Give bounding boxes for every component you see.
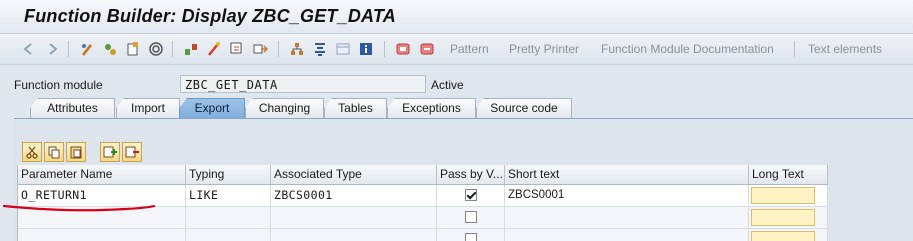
back-arrow-icon[interactable] bbox=[20, 40, 38, 58]
enhancement-icon[interactable] bbox=[334, 40, 352, 58]
column-header-long-text[interactable]: Long Text bbox=[749, 165, 828, 184]
tab-changing[interactable]: Changing bbox=[245, 98, 324, 118]
activate-icon[interactable] bbox=[182, 40, 200, 58]
tab-exceptions[interactable]: Exceptions bbox=[387, 98, 476, 118]
long-text-button[interactable] bbox=[751, 231, 815, 241]
insert-row-icon[interactable] bbox=[100, 142, 120, 162]
associated-type-cell[interactable] bbox=[271, 229, 437, 241]
other-object-icon[interactable] bbox=[101, 40, 119, 58]
pass-by-value-checkbox[interactable] bbox=[465, 211, 477, 223]
long-text-cell bbox=[749, 185, 828, 206]
pass-by-value-cell bbox=[437, 185, 505, 206]
info-icon[interactable] bbox=[357, 40, 375, 58]
forward-arrow-icon[interactable] bbox=[43, 40, 61, 58]
tab-tables[interactable]: Tables bbox=[324, 98, 387, 118]
column-header-parameter-name[interactable]: Parameter Name bbox=[18, 165, 186, 184]
function-module-row: Function module ZBC_GET_DATA Active bbox=[0, 74, 913, 96]
column-header-typing[interactable]: Typing bbox=[186, 165, 271, 184]
typing-cell[interactable] bbox=[186, 229, 271, 241]
application-toolbar: Pattern Pretty Printer Function Module D… bbox=[0, 34, 913, 65]
column-header-pass-by-value[interactable]: Pass by V... bbox=[437, 165, 505, 184]
check-icon[interactable] bbox=[147, 40, 165, 58]
window-title: Function Builder: Display ZBC_GET_DATA bbox=[24, 6, 396, 26]
pass-by-value-cell bbox=[437, 229, 505, 241]
copy-icon[interactable] bbox=[44, 142, 64, 162]
table-row bbox=[18, 229, 828, 241]
hierarchy-icon[interactable] bbox=[311, 40, 329, 58]
display-object-list-icon[interactable] bbox=[251, 40, 269, 58]
delete-row-icon[interactable] bbox=[122, 142, 142, 162]
pass-by-value-cell bbox=[437, 207, 505, 228]
tab-attributes[interactable]: Attributes bbox=[30, 98, 115, 118]
typing-cell[interactable]: LIKE bbox=[186, 185, 271, 206]
edit-toggle-icon[interactable] bbox=[78, 40, 96, 58]
paste-icon[interactable] bbox=[66, 142, 86, 162]
function-module-status: Active bbox=[431, 78, 464, 92]
column-header-associated-type[interactable]: Associated Type bbox=[271, 165, 437, 184]
associated-type-cell[interactable]: ZBCS0001 bbox=[271, 185, 437, 206]
short-text-cell[interactable] bbox=[505, 229, 749, 241]
function-module-field[interactable]: ZBC_GET_DATA bbox=[180, 75, 426, 93]
cut-icon[interactable] bbox=[22, 142, 42, 162]
short-text-cell[interactable] bbox=[505, 207, 749, 228]
title-bar: Function Builder: Display ZBC_GET_DATA bbox=[0, 0, 913, 34]
red-underline-annotation bbox=[2, 204, 156, 212]
long-text-button[interactable] bbox=[751, 209, 815, 226]
pattern-icon[interactable] bbox=[394, 40, 412, 58]
pass-by-value-checkbox[interactable] bbox=[465, 189, 477, 201]
active-inactive-icon[interactable] bbox=[124, 40, 142, 58]
function-module-documentation-button[interactable]: Function Module Documentation bbox=[601, 40, 774, 58]
function-module-label: Function module bbox=[14, 78, 103, 92]
long-text-cell bbox=[749, 207, 828, 228]
tab-export[interactable]: Export bbox=[179, 98, 245, 118]
where-used-icon[interactable] bbox=[228, 40, 246, 58]
table-header: Parameter Name Typing Associated Type Pa… bbox=[18, 165, 828, 185]
text-elements-button[interactable]: Text elements bbox=[808, 40, 882, 58]
short-text-cell[interactable]: ZBCS0001 bbox=[505, 185, 749, 206]
associated-type-cell[interactable] bbox=[271, 207, 437, 228]
pattern-button[interactable]: Pattern bbox=[450, 40, 489, 58]
tab-source-code[interactable]: Source code bbox=[476, 98, 572, 118]
pass-by-value-checkbox[interactable] bbox=[465, 233, 477, 241]
long-text-cell bbox=[749, 229, 828, 241]
pretty-printer-button[interactable]: Pretty Printer bbox=[509, 40, 579, 58]
pretty-printer-icon[interactable] bbox=[418, 40, 436, 58]
test-icon[interactable] bbox=[205, 40, 223, 58]
column-header-short-text[interactable]: Short text bbox=[505, 165, 749, 184]
tab-strip: Attributes Import Export Changing Tables… bbox=[0, 98, 913, 118]
long-text-button[interactable] bbox=[751, 187, 815, 204]
navigation-window-icon[interactable] bbox=[288, 40, 306, 58]
parameter-name-cell[interactable] bbox=[18, 229, 186, 241]
typing-cell[interactable] bbox=[186, 207, 271, 228]
tab-import[interactable]: Import bbox=[116, 98, 180, 118]
